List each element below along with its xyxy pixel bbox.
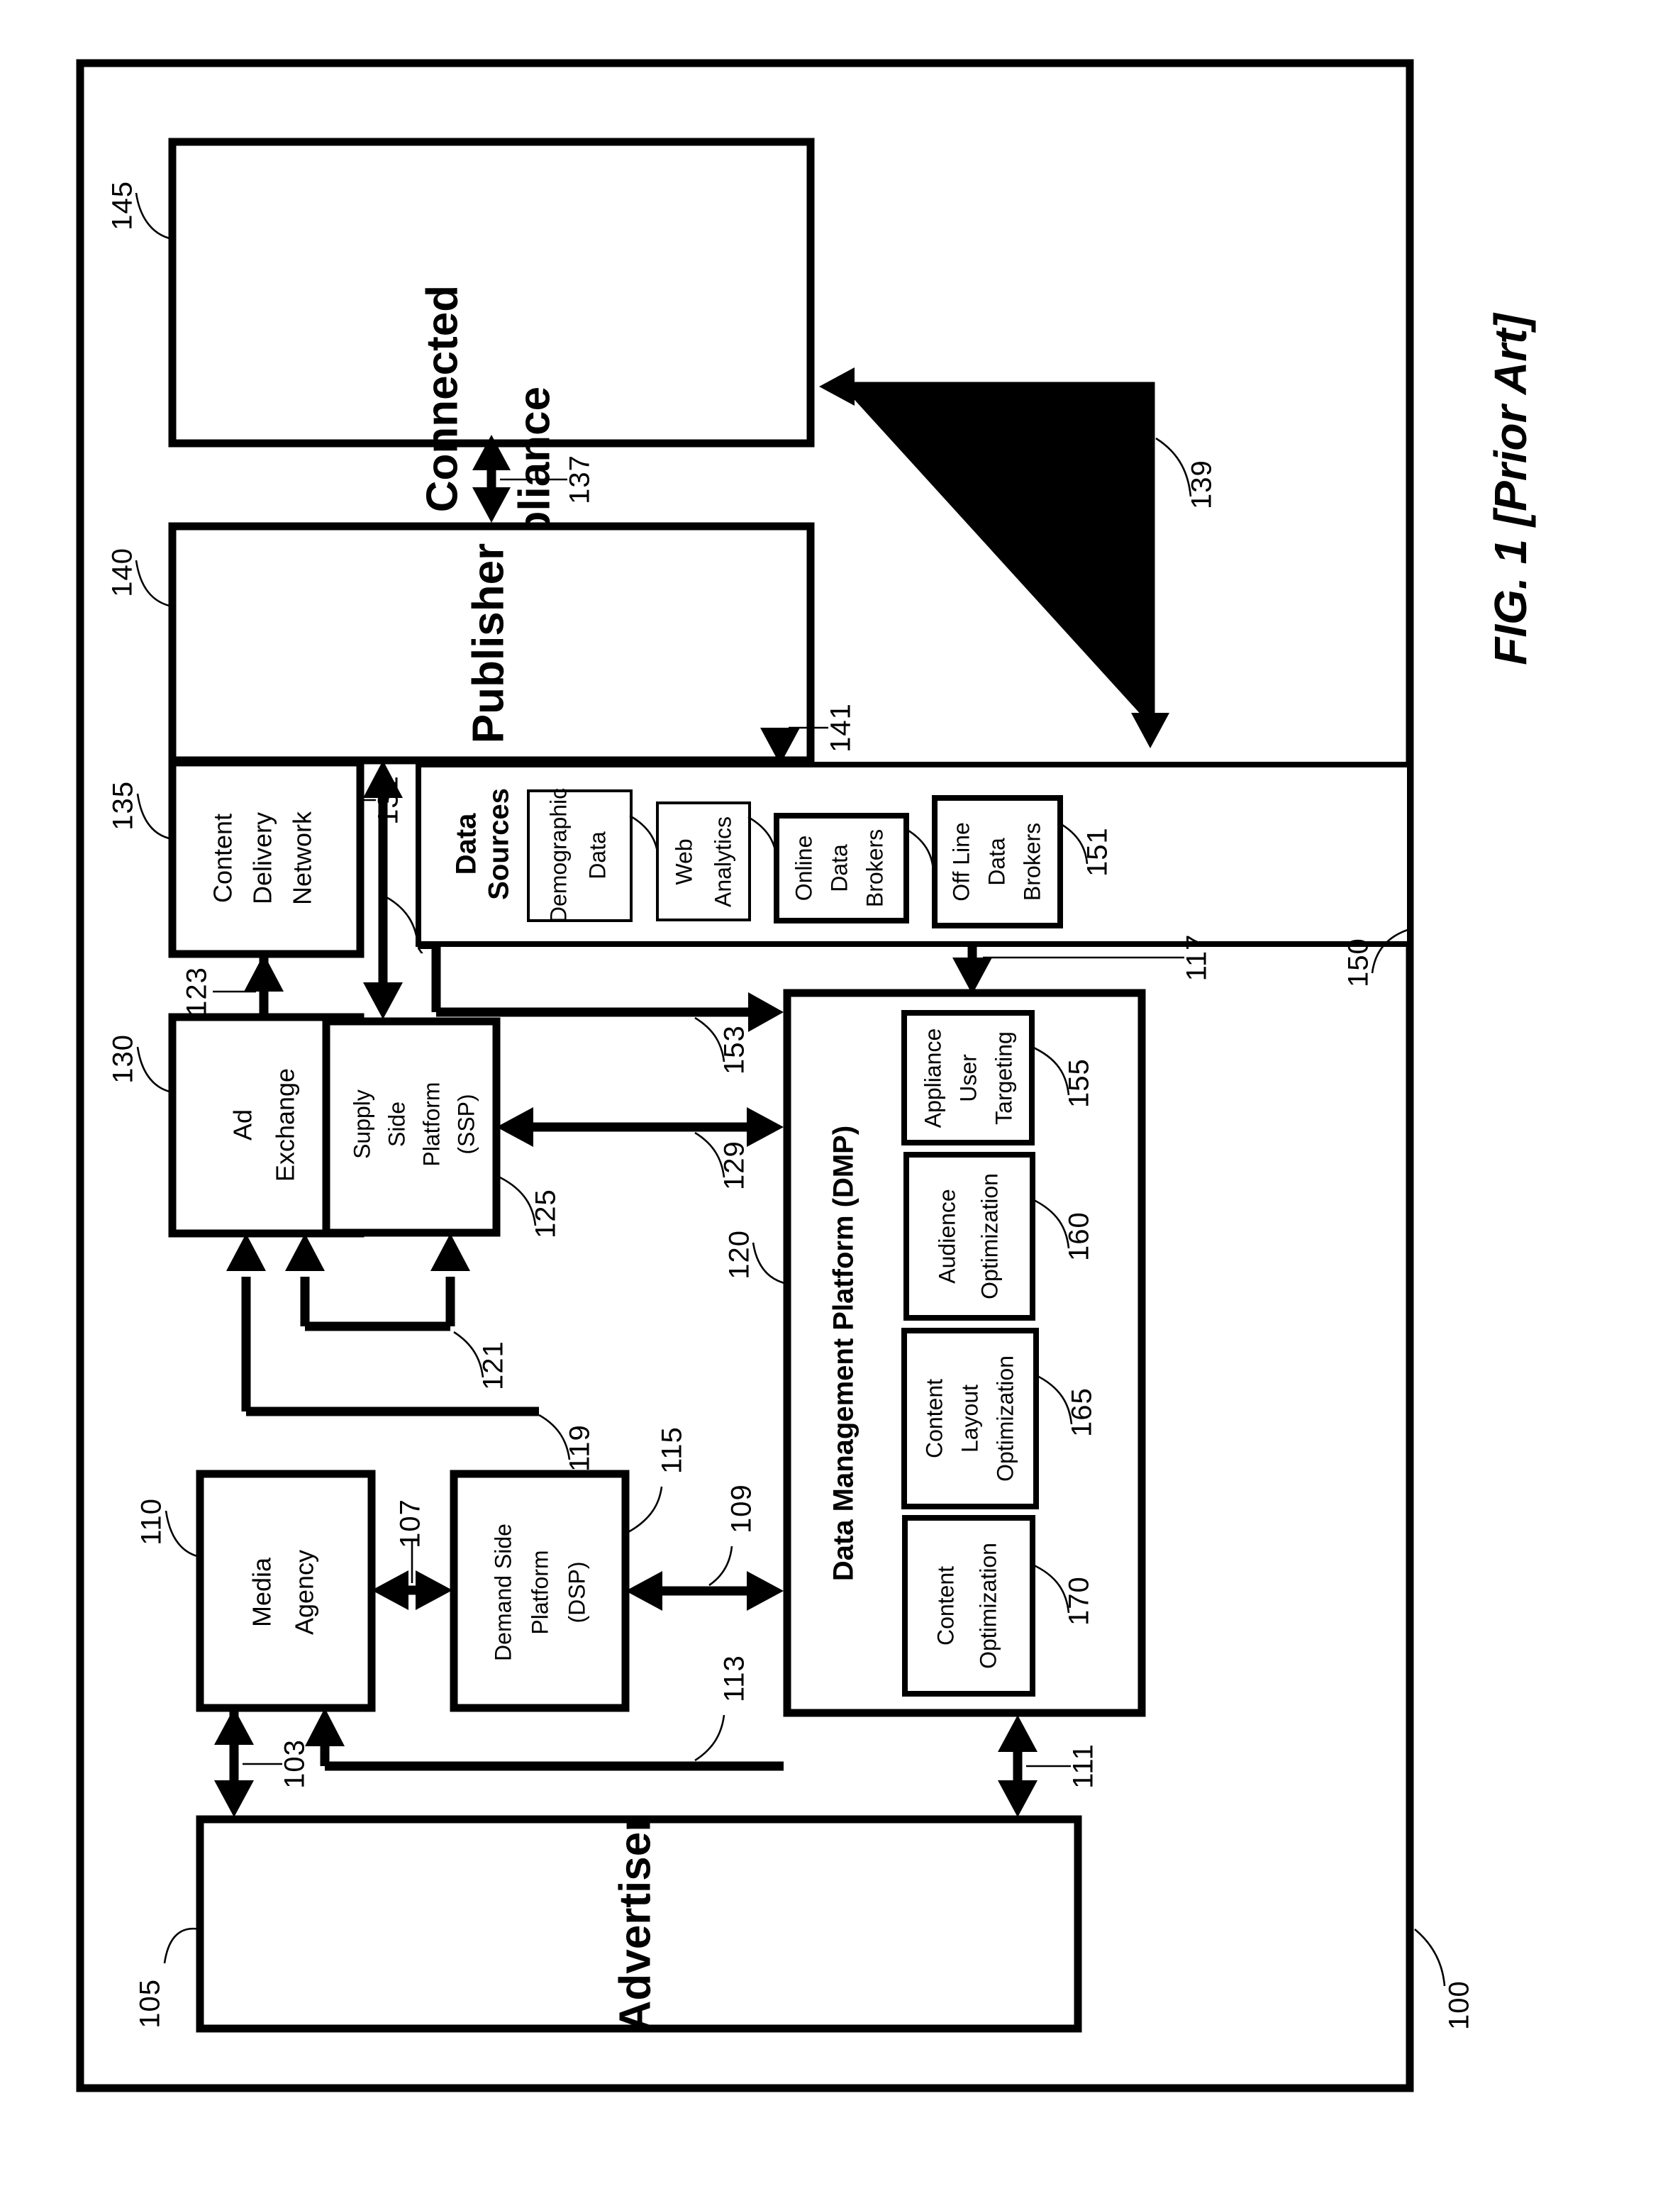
ref-115: 115	[657, 1426, 688, 1474]
block-label-onlinebrokers-line3: Brokers	[862, 829, 887, 907]
block-label-appliance-targeting-line3: Targeting	[991, 1031, 1016, 1125]
ref-141: 141	[825, 703, 857, 753]
ref-119: 121	[478, 1341, 509, 1390]
block-label-cdn-line2: Delivery	[248, 812, 277, 904]
block-network-connected-appliance[interactable]	[168, 138, 815, 448]
block-label-publisher: Publisher	[464, 543, 513, 744]
container-label-dmp: Data Management Platform (DMP)	[828, 1126, 860, 1581]
container-label-datasources-line1: Data	[451, 813, 482, 875]
ref-170: 170	[1064, 1576, 1095, 1626]
block-label-content-layout-line3: Optimization	[992, 1355, 1018, 1482]
block-label-advertiser: Advertiser	[611, 1815, 660, 2033]
block-label-offlinebrokers-line3: Brokers	[1019, 823, 1045, 901]
block-label-onlinebrokers-line2: Data	[826, 844, 852, 892]
ref-160: 160	[1064, 1211, 1095, 1261]
block-label-ssp-line4: (SSP)	[453, 1094, 479, 1154]
figure-1-diagram: 100 Network Connected Appliance 145 137 …	[76, 59, 1536, 2092]
block-label-webanalytics-line2: Analytics	[710, 816, 735, 907]
block-label-appliance-targeting-line2: User	[955, 1054, 981, 1102]
block-label-onlinebrokers-line1: Online	[791, 836, 816, 901]
ref-140: 140	[107, 548, 138, 597]
ref-127: 117	[1181, 934, 1213, 982]
block-label-audience-optimization-line1: Audience	[934, 1189, 959, 1283]
block-label-dsp-line2: Platform	[527, 1550, 552, 1634]
ref-103: 103	[279, 1739, 311, 1789]
block-label-offlinebrokers-line1: Off Line	[948, 822, 974, 901]
ref-107: 107	[395, 1499, 426, 1548]
block-label-mediaagency-line2: Agency	[290, 1550, 319, 1635]
block-label-offlinebrokers-line2: Data	[984, 838, 1009, 886]
block-label-ssp-line1: Supply	[349, 1089, 374, 1159]
block-label-cdn-line3: Network	[288, 811, 317, 905]
block-media-agency[interactable]	[196, 1470, 376, 1712]
container-label-datasources-line2: Sources	[484, 788, 515, 900]
ref-137: 137	[564, 455, 596, 504]
block-label-adexchange-line1: Ad	[228, 1109, 257, 1141]
figure-caption: FIG. 1 [Prior Art]	[1485, 312, 1536, 665]
block-label-appliance-targeting-line1: Appliance	[920, 1028, 945, 1128]
ref-100: 100	[1444, 1980, 1475, 2030]
ref-123: 129	[719, 1141, 750, 1190]
ref-165: 165	[1067, 1387, 1098, 1437]
block-label-content-layout-line2: Layout	[957, 1385, 982, 1453]
block-label-content-optimization-line1: Content	[933, 1566, 958, 1646]
ref-155: 155	[1064, 1058, 1095, 1108]
block-label-ssp-line2: Side	[384, 1102, 409, 1147]
block-label-mediaagency-line1: Media	[247, 1557, 277, 1627]
ref-130: 130	[108, 1034, 139, 1084]
block-label-cdn-line1: Content	[208, 814, 238, 903]
ref-153: 153	[719, 1025, 750, 1075]
ref-139: 139	[1186, 460, 1218, 509]
block-label-ssp-line3: Platform	[418, 1082, 444, 1166]
ref-leader-100	[1414, 1929, 1446, 1987]
ref-145: 145	[107, 181, 138, 231]
ref-117: 119	[564, 1424, 596, 1472]
ref-105: 105	[135, 1979, 166, 2029]
ref-120: 120	[724, 1230, 755, 1280]
block-label-webanalytics-line1: Web	[671, 838, 696, 884]
ref-125: 125	[530, 1189, 562, 1238]
block-label-audience-optimization-line2: Optimization	[977, 1173, 1002, 1299]
block-demographic-data[interactable]	[527, 789, 633, 922]
block-label-demographic-line2: Data	[584, 831, 610, 880]
ref-150: 150	[1343, 938, 1374, 987]
block-label-adexchange-line2: Exchange	[271, 1068, 300, 1182]
ref-109: 109	[726, 1484, 757, 1533]
block-audience-optimization[interactable]	[903, 1152, 1035, 1321]
patent-figure-canvas: 100 Network Connected Appliance 145 137 …	[0, 0, 1680, 2186]
block-label-content-layout-line1: Content	[921, 1379, 947, 1458]
block-label-dsp-line3: (DSP)	[564, 1561, 589, 1623]
ref-111: 111	[1068, 1743, 1099, 1789]
block-label-content-optimization-line2: Optimization	[975, 1543, 1001, 1669]
block-label-dsp-line1: Demand Side	[490, 1524, 516, 1661]
ref-135: 135	[108, 781, 139, 831]
ref-110: 110	[136, 1498, 167, 1546]
ref-113: 113	[719, 1655, 750, 1702]
block-content-optimization[interactable]	[902, 1515, 1035, 1697]
ref-151: 151	[1082, 827, 1113, 877]
block-label-demographic-line1: Demographic	[545, 788, 571, 923]
ref-121: 123	[182, 967, 213, 1016]
